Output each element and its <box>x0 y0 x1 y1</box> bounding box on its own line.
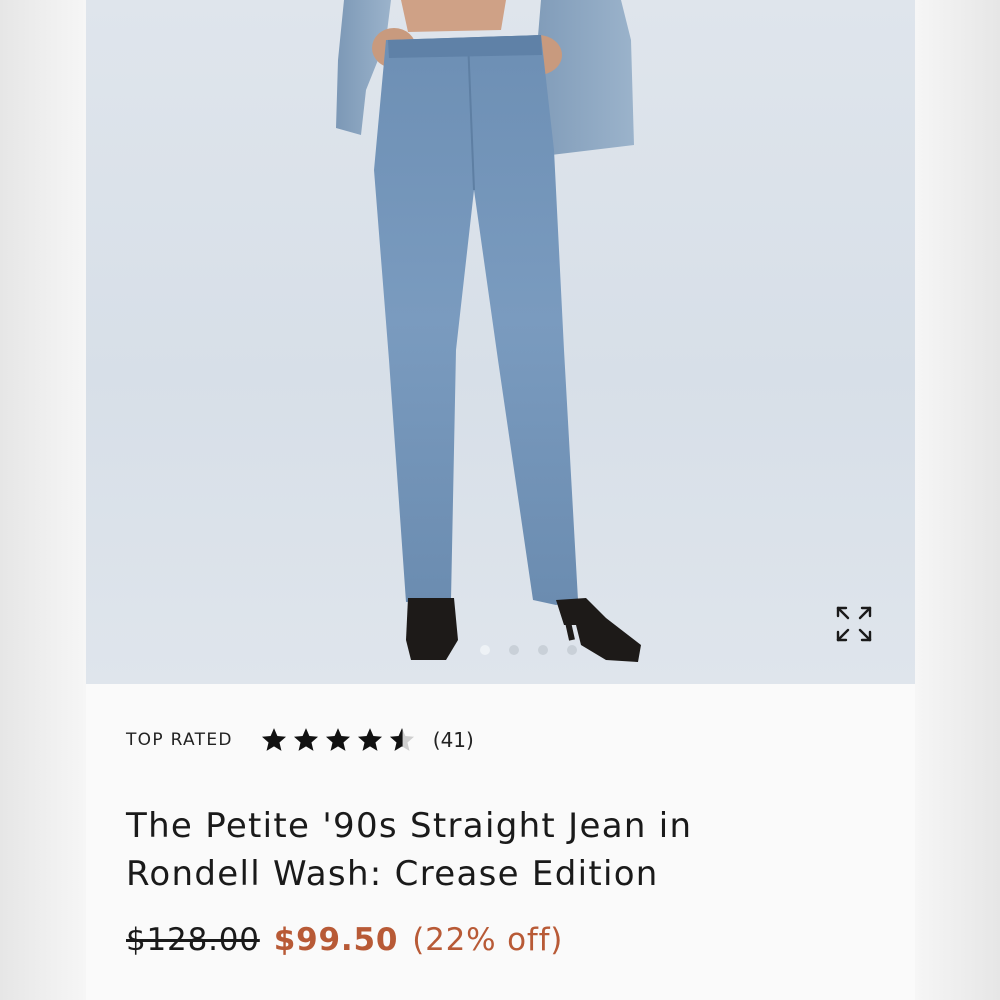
top-rated-badge: TOP RATED <box>126 730 233 750</box>
star-half-icon <box>389 728 414 751</box>
review-count-link[interactable]: (41) <box>433 728 474 752</box>
expand-image-button[interactable] <box>834 604 882 652</box>
expand-arrows-icon <box>836 606 872 642</box>
rating-row: TOP RATED (41) <box>126 726 474 754</box>
star-full-icon <box>261 728 286 751</box>
original-price: $128.00 <box>126 922 260 958</box>
product-card: TOP RATED (41) The Petite '90s Straight … <box>86 0 915 1000</box>
backdrop-right <box>915 0 1000 1000</box>
carousel-dots <box>480 645 577 655</box>
product-photo-illustration <box>336 0 641 662</box>
star-rating[interactable] <box>259 726 419 754</box>
discount-label: (22% off) <box>412 922 564 958</box>
sale-price: $99.50 <box>273 922 399 958</box>
star-full-icon <box>357 728 382 751</box>
carousel-dot-3[interactable] <box>538 645 548 655</box>
star-full-icon <box>325 728 350 751</box>
backdrop-left <box>0 0 86 1000</box>
carousel-dot-4[interactable] <box>567 645 577 655</box>
product-title: The Petite '90s Straight Jean in Rondell… <box>126 806 693 894</box>
price-row: $128.00 $99.50 (22% off) <box>126 922 563 958</box>
product-image[interactable] <box>86 0 915 684</box>
carousel-dot-1[interactable] <box>480 645 490 655</box>
star-full-icon <box>293 728 318 751</box>
carousel-dot-2[interactable] <box>509 645 519 655</box>
